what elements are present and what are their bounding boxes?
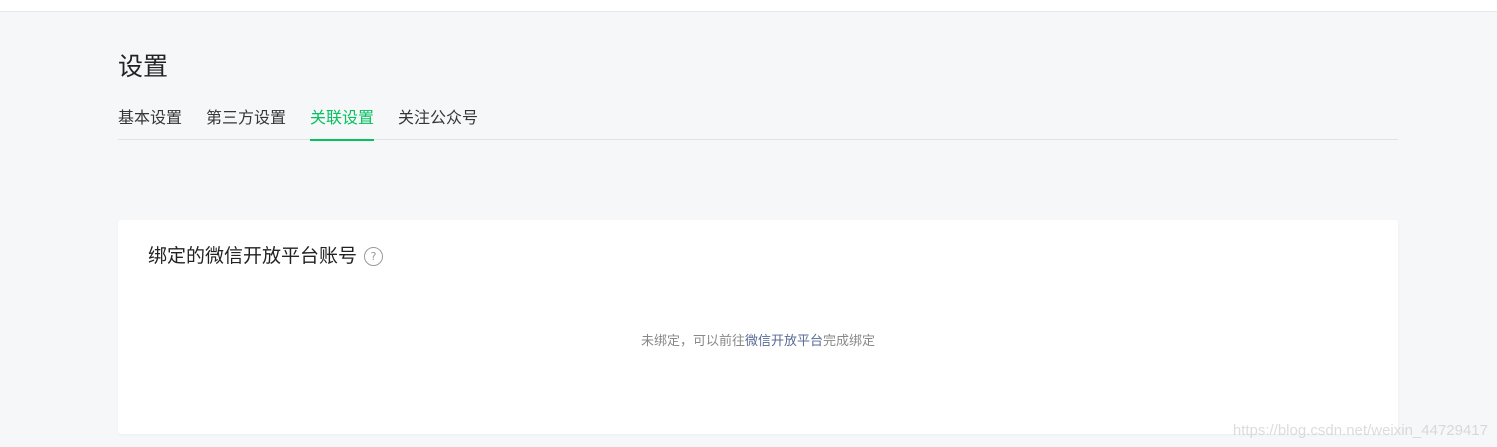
tab-basic-settings[interactable]: 基本设置 — [118, 104, 182, 140]
open-platform-link[interactable]: 微信开放平台 — [745, 334, 823, 349]
card-title: 绑定的微信开放平台账号 — [148, 245, 358, 267]
tab-association-settings[interactable]: 关联设置 — [310, 104, 375, 141]
watermark: https://blog.csdn.net/weixin_44729417 — [1232, 422, 1488, 439]
page-title: 设置 — [118, 52, 169, 81]
empty-tip-suffix: 完成绑定 — [823, 334, 876, 349]
tab-follow-official-account[interactable]: 关注公众号 — [398, 104, 478, 140]
empty-tip-prefix: 未绑定，可以前往 — [640, 334, 745, 349]
settings-tabs: 基本设置 第三方设置 关联设置 关注公众号 — [118, 104, 1398, 141]
top-bar — [0, 0, 1497, 12]
tab-third-party-settings[interactable]: 第三方设置 — [206, 104, 286, 140]
open-platform-binding-card: 绑定的微信开放平台账号 ? 未绑定，可以前往微信开放平台完成绑定 — [118, 220, 1398, 434]
question-circle-icon[interactable]: ? — [364, 246, 384, 266]
empty-state-tip: 未绑定，可以前往微信开放平台完成绑定 — [118, 332, 1398, 352]
card-header: 绑定的微信开放平台账号 ? — [148, 242, 384, 270]
